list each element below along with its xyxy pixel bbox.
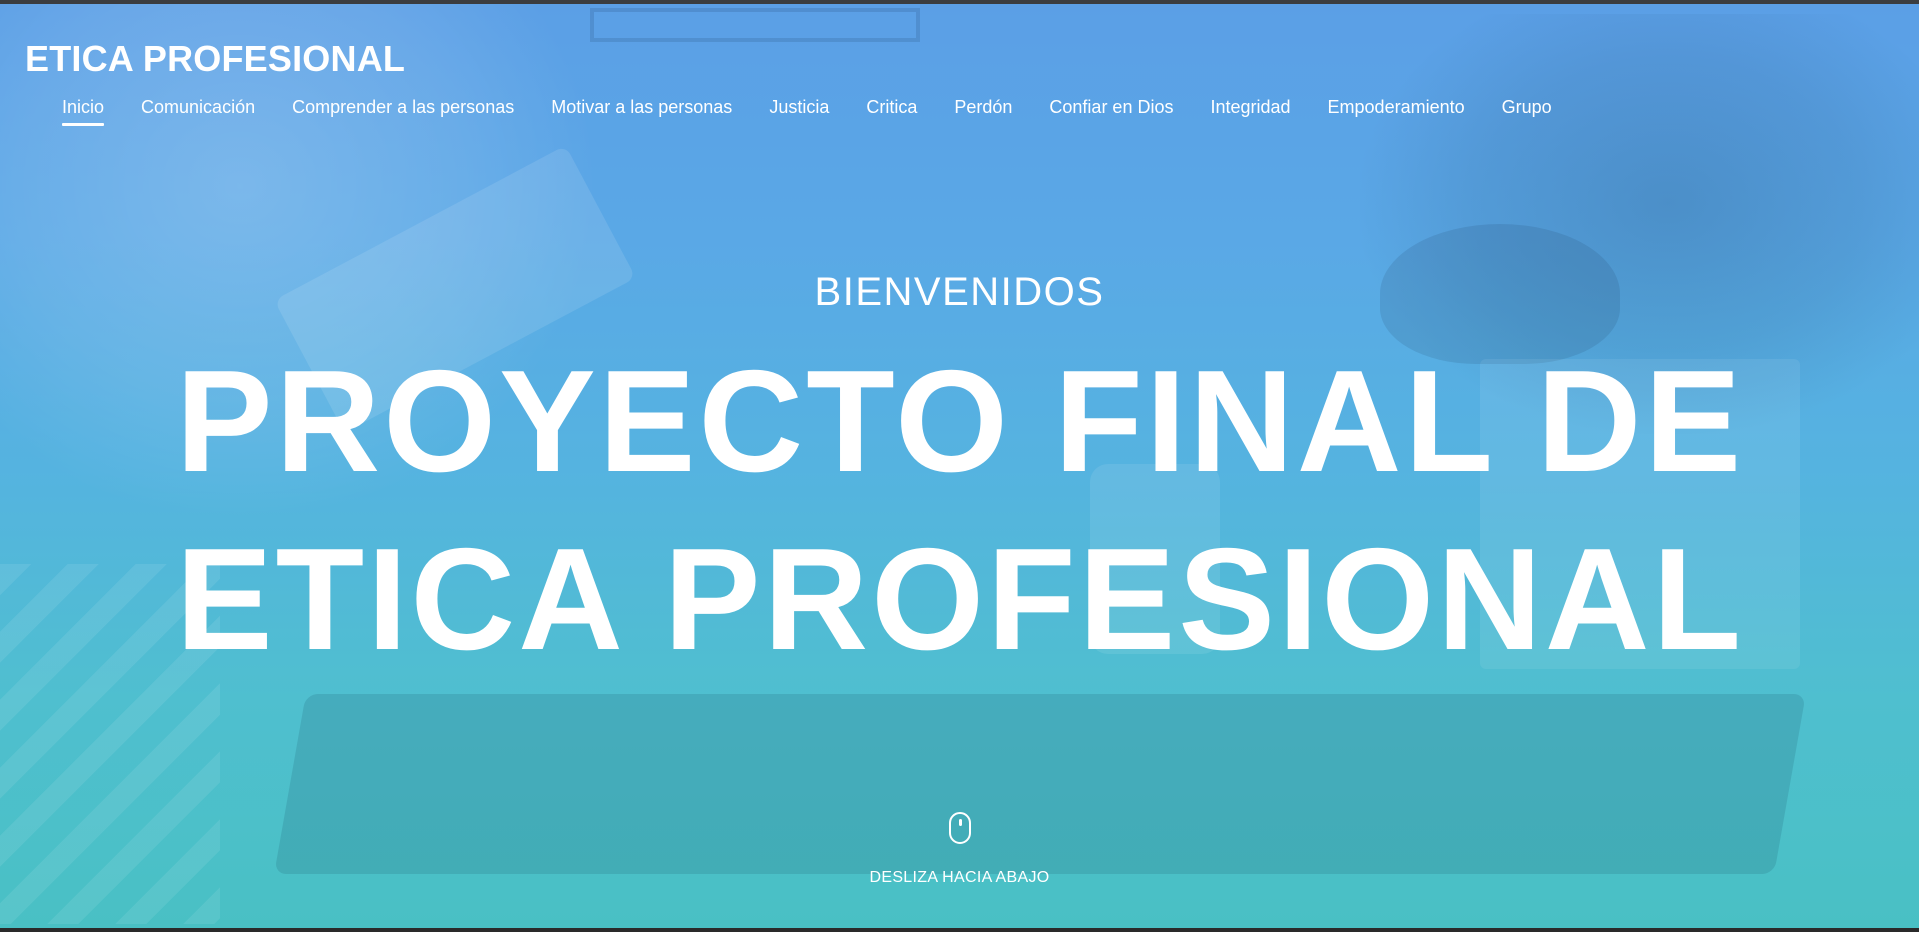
page: ETICA PROFESIONAL Inicio Comunicación Co… — [0, 0, 1919, 932]
nav-item-critica[interactable]: Critica — [866, 97, 917, 124]
hero-headline: PROYECTO FINAL DE ETICA PROFESIONAL — [140, 332, 1780, 688]
scroll-down-label[interactable]: DESLIZA HACIA ABAJO — [0, 869, 1919, 887]
nav-item-comunicacion[interactable]: Comunicación — [141, 97, 255, 124]
hero-bottom-edge — [0, 928, 1919, 930]
background-photo-window — [590, 8, 920, 42]
mouse-icon[interactable] — [949, 812, 971, 844]
nav-item-comprender-a-las-personas[interactable]: Comprender a las personas — [292, 97, 514, 124]
nav-item-empoderamiento[interactable]: Empoderamiento — [1328, 97, 1465, 124]
nav-item-perdon[interactable]: Perdón — [954, 97, 1012, 124]
nav-item-grupo[interactable]: Grupo — [1502, 97, 1552, 124]
hero-welcome-text: BIENVENIDOS — [814, 270, 1105, 314]
nav-item-integridad[interactable]: Integridad — [1210, 97, 1290, 124]
hero-headline-line-2: ETICA PROFESIONAL — [175, 518, 1745, 680]
nav-item-confiar-en-dios[interactable]: Confiar en Dios — [1049, 97, 1173, 124]
site-title[interactable]: ETICA PROFESIONAL — [25, 38, 405, 80]
nav-item-motivar-a-las-personas[interactable]: Motivar a las personas — [551, 97, 732, 124]
nav-item-justicia[interactable]: Justicia — [769, 97, 829, 124]
browser-top-strip — [0, 0, 1919, 4]
mouse-wheel-icon — [959, 819, 962, 826]
background-photo-table — [274, 694, 1806, 874]
main-nav: Inicio Comunicación Comprender a las per… — [62, 97, 1589, 133]
nav-item-inicio[interactable]: Inicio — [62, 97, 105, 126]
hero-headline-line-1: PROYECTO FINAL DE — [175, 340, 1745, 502]
